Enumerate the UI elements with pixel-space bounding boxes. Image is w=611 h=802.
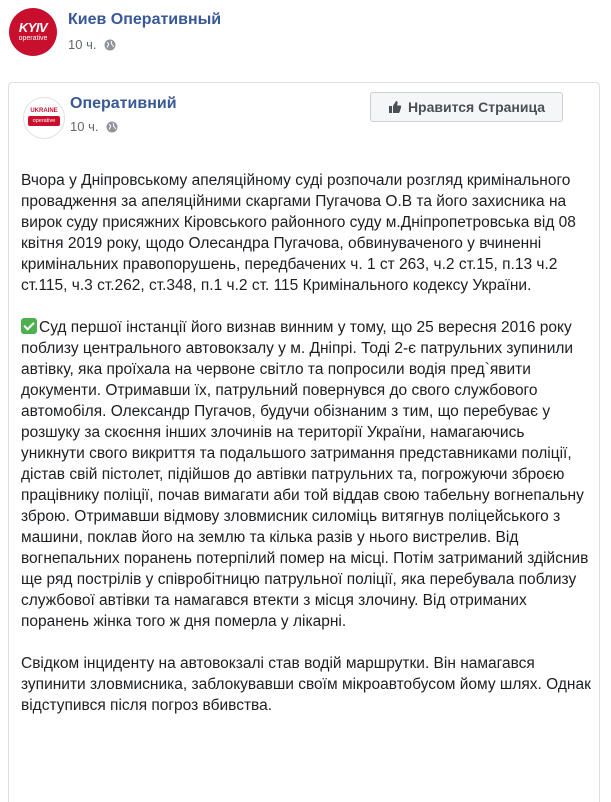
post-paragraph-2: Суд першої інстанції його визнав винним … xyxy=(21,317,591,632)
avatar-logo-bar-text: operative xyxy=(32,118,56,124)
avatar-logo-top: UKRAINE xyxy=(30,108,58,114)
timestamp-text: 10 ч. xyxy=(70,119,99,134)
post-paragraph-3: Свідком інциденту на автовокзалі став во… xyxy=(21,655,591,714)
like-page-button-label: Нравится Страница xyxy=(407,99,546,115)
avatar-logo-text: KYIV xyxy=(18,20,48,35)
avatar-logo-sub: operative xyxy=(18,35,48,42)
post-paragraph-1: Вчора у Дніпровському апеляційному суді … xyxy=(21,172,576,294)
shared-post-card: UKRAINE operative Оперативний 10 ч. Нрав… xyxy=(8,82,600,802)
shared-post-timestamp[interactable]: 10 ч. xyxy=(70,119,118,134)
shared-page-name-link[interactable]: Оперативний xyxy=(70,95,177,113)
globe-icon xyxy=(106,121,118,133)
outer-post-header: KYIV operative Киев Оперативный 10 ч. xyxy=(0,0,611,60)
thumbs-up-icon xyxy=(388,101,402,113)
page-avatar-kyiv-operative[interactable]: KYIV operative xyxy=(9,8,57,56)
globe-icon xyxy=(104,39,116,51)
post-timestamp[interactable]: 10 ч. xyxy=(68,37,116,52)
post-paragraph-2-text: Суд першої інстанції його визнав винним … xyxy=(21,319,589,630)
page-avatar-operative[interactable]: UKRAINE operative xyxy=(23,97,65,139)
timestamp-text: 10 ч. xyxy=(68,37,97,52)
like-page-button[interactable]: Нравится Страница xyxy=(370,92,563,122)
page-name-link[interactable]: Киев Оперативный xyxy=(68,11,221,29)
check-mark-icon xyxy=(21,318,37,334)
post-body: Вчора у Дніпровському апеляційному суді … xyxy=(21,149,591,737)
avatar-logo-bar: operative xyxy=(28,116,60,126)
